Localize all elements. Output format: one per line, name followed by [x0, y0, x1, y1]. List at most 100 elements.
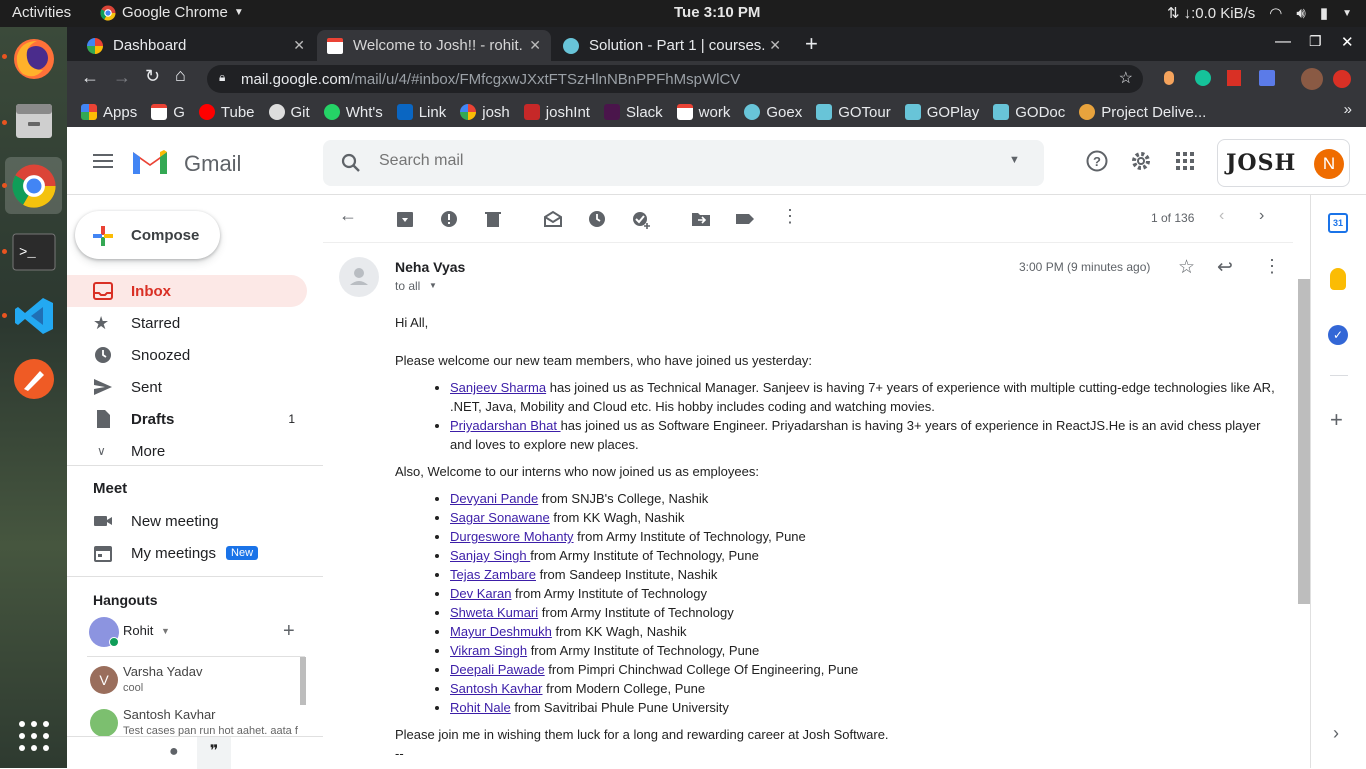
newer-button[interactable]: ‹: [1219, 207, 1224, 225]
home-button[interactable]: ⌂: [175, 65, 186, 86]
show-applications-button[interactable]: [5, 707, 62, 764]
back-arrow-icon[interactable]: ←: [339, 205, 359, 225]
forward-button[interactable]: →: [113, 67, 131, 88]
bookmark-link[interactable]: Link: [396, 104, 446, 121]
help-icon[interactable]: ?: [1085, 149, 1109, 173]
more-bookmarks-icon[interactable]: »: [1344, 101, 1352, 118]
trash-icon[interactable]: [483, 209, 503, 229]
hangouts-contact[interactable]: V Varsha Yadav cool: [87, 664, 302, 704]
quote-icon[interactable]: ❞: [197, 737, 231, 769]
system-tray[interactable]: ⇅ ↓:0.0 KiB/s ◠ 🔊︎ ▮ ▼: [1167, 4, 1352, 23]
bookmark-whts[interactable]: Wht's: [323, 104, 383, 121]
compose-button[interactable]: Compose: [75, 211, 220, 259]
avatar[interactable]: N: [1314, 149, 1344, 179]
search-input[interactable]: [379, 152, 979, 170]
tasks-icon[interactable]: ✓: [1328, 325, 1348, 345]
calendar-icon[interactable]: 31: [1328, 213, 1348, 233]
clock-icon[interactable]: [587, 209, 607, 229]
update-icon[interactable]: [1333, 70, 1351, 88]
reply-icon[interactable]: ↩: [1217, 256, 1233, 279]
chrome-launcher[interactable]: [5, 157, 62, 214]
star-icon[interactable]: ☆: [1178, 256, 1195, 279]
nav-inbox[interactable]: Inbox: [67, 275, 307, 307]
search-icon[interactable]: [341, 153, 361, 173]
report-spam-icon[interactable]: [439, 209, 459, 229]
app-menu[interactable]: Google Chrome ▼: [100, 4, 244, 21]
person-link[interactable]: Dev Karan: [450, 586, 511, 601]
person-link[interactable]: Shweta Kumari: [450, 605, 538, 620]
person-link[interactable]: Vikram Singh: [450, 643, 527, 658]
person-link[interactable]: Tejas Zambare: [450, 567, 536, 582]
avatar[interactable]: [89, 617, 119, 647]
bookmark-gotour[interactable]: GOTour: [816, 104, 891, 121]
sender-name[interactable]: Neha Vyas: [395, 259, 465, 275]
more-options-icon[interactable]: ⋮: [781, 206, 801, 226]
vscode-launcher[interactable]: [5, 287, 62, 344]
menu-icon[interactable]: [93, 153, 113, 169]
activities-button[interactable]: Activities: [12, 4, 71, 21]
clock[interactable]: Tue 3:10 PM: [674, 4, 760, 21]
bookmark-git[interactable]: Git: [268, 104, 310, 121]
keep-icon[interactable]: [1330, 268, 1346, 290]
person-link[interactable]: Sanjeev Sharma: [450, 380, 546, 395]
avatar[interactable]: [339, 257, 379, 297]
bookmark-slack[interactable]: Slack: [603, 104, 663, 121]
person-link[interactable]: Deepali Pawade: [450, 662, 545, 677]
bookmark-g[interactable]: G: [151, 104, 185, 121]
move-to-icon[interactable]: [691, 209, 711, 229]
bookmark-project-delivery[interactable]: Project Delive...: [1079, 104, 1206, 121]
person-link[interactable]: Durgeswore Mohanty: [450, 529, 574, 544]
add-addon-button[interactable]: +: [1330, 407, 1343, 433]
hangouts-contact[interactable]: Santosh Kavhar Test cases pan run hot aa…: [87, 707, 302, 737]
hangouts-scrollbar[interactable]: [300, 657, 306, 705]
account-switcher[interactable]: JOSH N: [1217, 139, 1350, 187]
minimize-button[interactable]: —: [1275, 33, 1291, 51]
terminal-launcher[interactable]: >_: [5, 223, 62, 280]
tab-dashboard[interactable]: Dashboard ✕: [77, 30, 315, 61]
firefox-launcher[interactable]: [5, 30, 62, 87]
nav-sent[interactable]: Sent: [67, 371, 307, 403]
close-icon[interactable]: ✕: [529, 37, 541, 54]
nav-drafts[interactable]: Drafts 1: [67, 403, 307, 435]
label-icon[interactable]: [735, 209, 755, 229]
close-icon[interactable]: ✕: [293, 37, 305, 54]
star-icon[interactable]: ☆: [1119, 68, 1133, 88]
tab-solution[interactable]: Solution - Part 1 | courses. ✕: [553, 30, 791, 61]
bookmark-josh[interactable]: josh: [460, 104, 510, 121]
bookmark-work[interactable]: work: [676, 104, 730, 121]
grammarly-icon[interactable]: [1195, 70, 1211, 86]
close-window-button[interactable]: ✕: [1341, 33, 1354, 51]
add-task-icon[interactable]: [631, 209, 651, 229]
person-link[interactable]: Rohit Nale: [450, 700, 511, 715]
nav-snoozed[interactable]: Snoozed: [67, 339, 307, 371]
extension-icon[interactable]: [1164, 71, 1174, 85]
search-options-icon[interactable]: ▼: [1009, 154, 1020, 166]
new-tab-button[interactable]: +: [805, 31, 818, 57]
chevron-down-icon[interactable]: ▼: [429, 281, 437, 290]
address-bar[interactable]: 🔒︎ mail.google.com/mail/u/4/#inbox/FMfcg…: [207, 65, 1143, 93]
mark-unread-icon[interactable]: [543, 209, 563, 229]
translate-icon[interactable]: [1259, 70, 1275, 86]
bookmark-joshint[interactable]: joshInt: [523, 104, 590, 121]
person-link[interactable]: Mayur Deshmukh: [450, 624, 552, 639]
hangouts-user[interactable]: Rohit: [123, 623, 153, 638]
close-icon[interactable]: ✕: [769, 37, 781, 54]
person-link[interactable]: Priyadarshan Bhat: [450, 418, 561, 433]
nav-more[interactable]: ∨ More: [67, 435, 307, 467]
bookmark-goplay[interactable]: GOPlay: [904, 104, 979, 121]
bookmark-goex[interactable]: Goex: [744, 104, 802, 121]
chevron-down-icon[interactable]: ▼: [161, 626, 170, 636]
gear-icon[interactable]: [1129, 149, 1153, 173]
gmail-logo-icon[interactable]: [131, 148, 169, 176]
email-scrollbar[interactable]: [1298, 279, 1310, 604]
postman-launcher[interactable]: [5, 350, 62, 407]
person-link[interactable]: Sanjay Singh: [450, 548, 530, 563]
archive-icon[interactable]: [395, 209, 415, 229]
files-launcher[interactable]: [5, 91, 62, 148]
more-options-icon[interactable]: ⋮: [1263, 256, 1281, 277]
extension-icon[interactable]: [1227, 70, 1241, 86]
bookmark-apps[interactable]: Apps: [81, 104, 137, 121]
older-button[interactable]: ›: [1259, 207, 1264, 225]
new-meeting-button[interactable]: New meeting: [67, 505, 307, 537]
expand-panel-icon[interactable]: ›: [1333, 723, 1339, 744]
